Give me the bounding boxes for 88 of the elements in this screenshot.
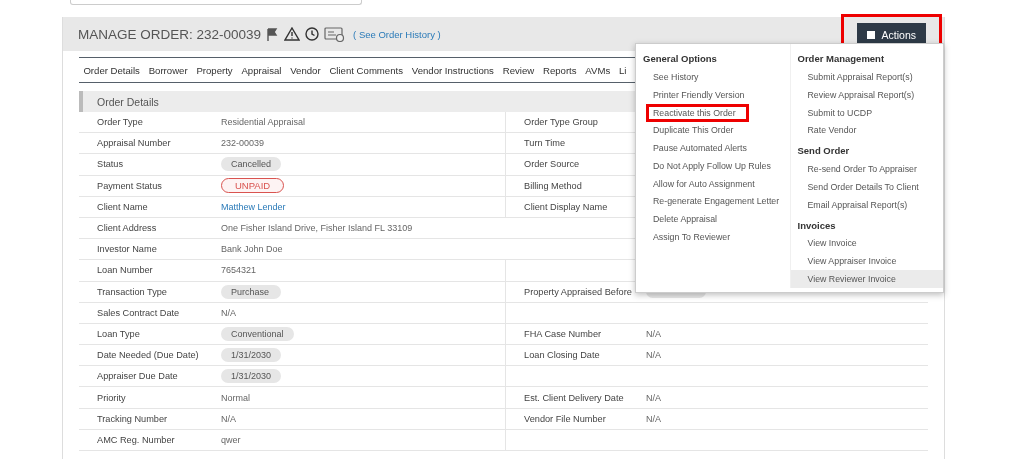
- menu-item[interactable]: Review Appraisal Report(s): [790, 85, 943, 104]
- payment-status-badge: UNPAID: [221, 178, 285, 194]
- field-label: Est. Client Delivery Date: [523, 392, 625, 403]
- field-label: Tracking Number: [96, 413, 169, 424]
- nav-tab[interactable]: Reports: [538, 64, 581, 76]
- field-label: Turn Time: [523, 138, 567, 149]
- menu-group-heading: Invoices: [796, 218, 837, 233]
- value-pill: Cancelled: [221, 157, 282, 172]
- field-label: Transaction Type: [96, 286, 168, 297]
- field-value: N/A: [646, 328, 662, 339]
- menu-item[interactable]: View Appraiser Invoice: [790, 252, 943, 271]
- menu-icon: [866, 30, 875, 39]
- menu-item[interactable]: Submit Appraisal Report(s): [790, 68, 943, 86]
- field-label: Date Needed (Due Date): [96, 350, 200, 361]
- nav-tab[interactable]: Property: [192, 64, 238, 76]
- field-value: One Fisher Island Drive, Fisher Island FL 33109: [221, 223, 413, 234]
- nav-tab[interactable]: Review: [498, 64, 539, 76]
- menu-item[interactable]: Send Order Details To Client: [790, 178, 943, 196]
- id-card-icon[interactable]: [324, 26, 346, 42]
- value-pill: 1/31/2030: [221, 369, 282, 384]
- field-label: Payment Status: [96, 180, 163, 191]
- field-value: N/A: [221, 307, 236, 318]
- field-value: Normal: [221, 392, 250, 403]
- field-value: 7654321: [221, 265, 257, 276]
- field-label: Appraiser Due Date: [96, 371, 179, 382]
- field-label: FHA Case Number: [523, 328, 603, 339]
- field-label: Billing Method: [523, 180, 583, 191]
- menu-item[interactable]: Assign To Reviewer: [636, 228, 790, 246]
- nav-tab[interactable]: Client Comments: [325, 64, 408, 76]
- field-value: N/A: [646, 392, 662, 403]
- nav-tab[interactable]: Vendor: [285, 64, 326, 76]
- field-label: Loan Type: [96, 328, 141, 339]
- nav-tab[interactable]: Li: [614, 64, 631, 76]
- order-history-link[interactable]: ( See Order History ): [353, 28, 441, 40]
- field-value: 232-00039: [221, 138, 265, 149]
- menu-group-heading: General Options: [642, 52, 718, 66]
- field-label: Investor Name: [96, 244, 158, 255]
- field-label: Client Name: [96, 201, 149, 212]
- menu-item[interactable]: Duplicate This Order: [636, 121, 790, 140]
- field-label: Sales Contract Date: [96, 307, 181, 318]
- menu-item[interactable]: Re-send Order To Appraiser: [790, 160, 943, 178]
- section-title: Order Details: [97, 95, 159, 108]
- menu-item[interactable]: Printer Friendly Version: [636, 85, 790, 104]
- field-value: N/A: [646, 350, 662, 361]
- field-value: N/A: [646, 413, 662, 424]
- field-value: Residential Appraisal: [221, 117, 306, 128]
- field-label: Priority: [96, 392, 127, 403]
- menu-item[interactable]: Email Appraisal Report(s): [790, 195, 943, 214]
- value-pill: Purchase: [221, 284, 281, 299]
- field-label: Order Source: [523, 159, 581, 170]
- menu-item[interactable]: Submit to UCDP: [790, 103, 943, 122]
- field-label: Client Address: [96, 223, 158, 234]
- field-label: Status: [96, 159, 125, 170]
- menu-item[interactable]: Allow for Auto Assignment: [636, 174, 790, 193]
- page-title: MANAGE ORDER: 232-00039: [78, 26, 262, 42]
- field-label: Order Type Group: [523, 117, 599, 128]
- menu-item[interactable]: See History: [636, 68, 790, 86]
- menu-item[interactable]: View Invoice: [790, 234, 943, 253]
- field-label: Client Display Name: [523, 201, 609, 212]
- value-pill: 1/31/2030: [221, 348, 282, 363]
- nav-tab[interactable]: Borrower: [144, 64, 192, 76]
- field-value: N/A: [221, 413, 236, 424]
- client-name-link[interactable]: Matthew Lender: [221, 201, 286, 212]
- field-label: AMC Reg. Number: [96, 434, 176, 445]
- field-value: qwer: [221, 434, 241, 445]
- field-label: Loan Number: [96, 265, 154, 276]
- menu-item[interactable]: Pause Automated Alerts: [636, 139, 790, 157]
- menu-item[interactable]: Delete Appraisal: [636, 210, 790, 229]
- menu-item[interactable]: Re-generate Engagement Letter: [636, 192, 790, 211]
- menu-group-heading: Send Order: [796, 144, 851, 159]
- field-label: Order Type: [96, 117, 144, 128]
- flag-icon[interactable]: [266, 27, 280, 41]
- menu-group-heading: Order Management: [796, 52, 886, 66]
- clock-icon[interactable]: [305, 27, 320, 41]
- menu-item[interactable]: View Reviewer Invoice: [790, 270, 943, 288]
- menu-item[interactable]: Do Not Apply Follow Up Rules: [636, 157, 790, 175]
- field-label: Loan Closing Date: [523, 350, 601, 361]
- menu-item[interactable]: Rate Vendor: [790, 121, 943, 140]
- field-label: Vendor File Number: [523, 413, 607, 424]
- value-pill: Conventional: [221, 326, 294, 341]
- field-value: Bank John Doe: [221, 244, 283, 255]
- nav-tab[interactable]: Order Details: [79, 64, 145, 76]
- nav-tab[interactable]: Vendor Instructions: [407, 64, 499, 76]
- field-label: Appraisal Number: [96, 138, 172, 149]
- warning-icon[interactable]: [284, 27, 301, 41]
- nav-tab[interactable]: AVMs: [580, 64, 615, 76]
- nav-tab[interactable]: Appraisal: [237, 64, 286, 76]
- field-label: Property Appraised Before: [523, 286, 633, 297]
